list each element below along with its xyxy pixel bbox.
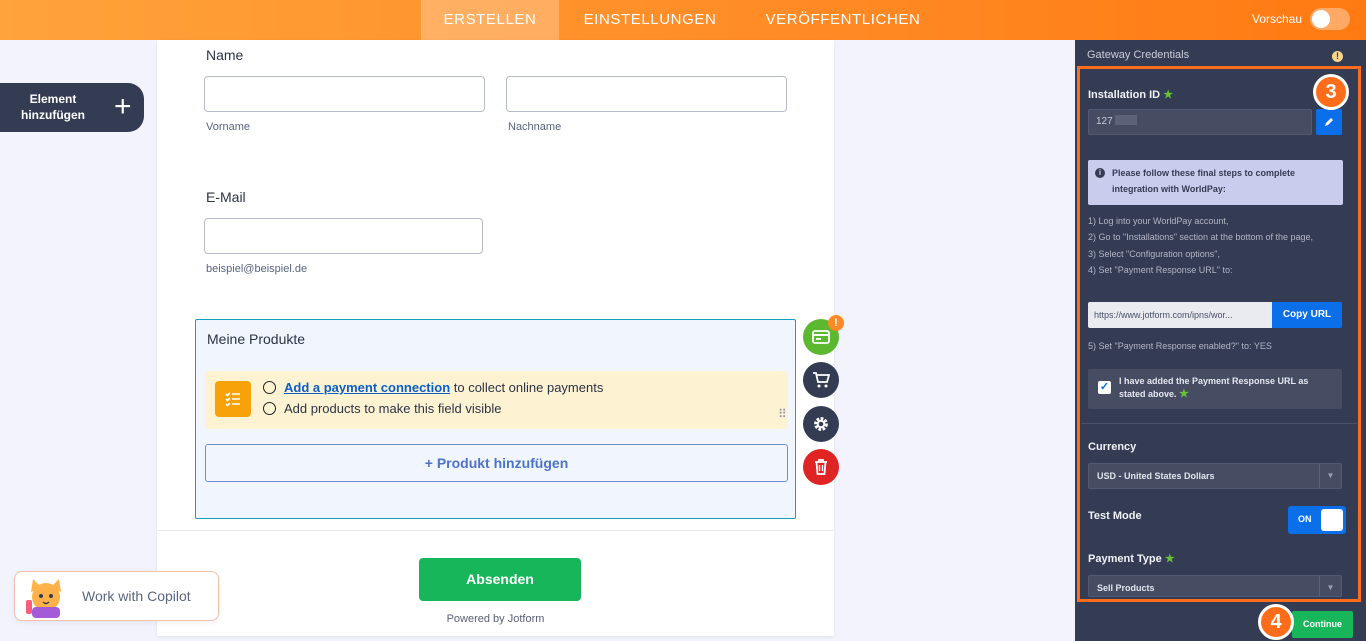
notice-line-2: Add products to make this field visible: [263, 401, 502, 416]
top-navigation-bar: ERSTELLEN EINSTELLUNGEN VERÖFFENTLICHEN …: [0, 0, 1366, 40]
form-canvas: Name Vorname Nachname E-Mail beispiel@be…: [157, 40, 834, 636]
radio-icon: [263, 402, 276, 415]
last-name-sublabel: Nachname: [508, 121, 562, 133]
preview-toggle[interactable]: [1310, 8, 1350, 30]
panel-header: Gateway Credentials: [1087, 49, 1190, 61]
step-4-badge: 4: [1258, 604, 1294, 640]
copilot-avatar-icon: [26, 579, 61, 618]
notice-line-2-text: Add products to make this field visible: [284, 401, 502, 416]
checklist-icon: [215, 381, 251, 417]
trash-icon: [815, 459, 827, 475]
email-input[interactable]: [204, 218, 483, 254]
products-title: Meine Produkte: [207, 331, 306, 347]
form-divider: [157, 530, 834, 531]
gear-icon: [814, 417, 828, 431]
preview-label: Vorschau: [1252, 12, 1303, 26]
toggle-knob: [1312, 10, 1330, 28]
powered-by-text: Powered by Jotform: [446, 613, 545, 625]
copilot-button[interactable]: Work with Copilot: [14, 571, 219, 621]
payment-settings-icon: [812, 330, 830, 344]
radio-icon: [263, 381, 276, 394]
settings-button[interactable]: [803, 406, 839, 442]
add-payment-connection-link[interactable]: Add a payment connection: [284, 380, 450, 395]
tab-erstellen[interactable]: ERSTELLEN: [421, 0, 559, 40]
add-product-button[interactable]: + Produkt hinzufügen: [205, 444, 788, 482]
name-label: Name: [206, 47, 244, 63]
drag-handle-icon[interactable]: ⠿: [778, 408, 788, 420]
email-sublabel: beispiel@beispiel.de: [206, 263, 308, 275]
info-icon[interactable]: !: [1332, 51, 1343, 62]
plus-icon: +: [114, 90, 132, 123]
products-field[interactable]: Meine Produkte Add a payment connection …: [195, 319, 796, 519]
submit-button[interactable]: Absenden: [419, 558, 581, 601]
delete-button[interactable]: [803, 449, 839, 485]
add-element-button[interactable]: Element hinzufügen +: [0, 83, 144, 132]
step-3-badge: 3: [1313, 74, 1349, 110]
warning-badge-icon: !: [828, 315, 844, 331]
cart-icon: [813, 372, 831, 388]
add-element-label: Element hinzufügen: [21, 92, 85, 122]
notice-line-1: Add a payment connection to collect onli…: [263, 380, 603, 395]
first-name-sublabel: Vorname: [206, 121, 251, 133]
tab-einstellungen[interactable]: EINSTELLUNGEN: [560, 0, 740, 40]
last-name-input[interactable]: [506, 76, 787, 112]
tab-veroeffentlichen[interactable]: VERÖFFENTLICHEN: [746, 0, 940, 40]
notice-line-1-text: to collect online payments: [450, 380, 604, 395]
continue-button[interactable]: Continue: [1292, 611, 1353, 638]
copilot-label: Work with Copilot: [82, 588, 191, 604]
email-label: E-Mail: [206, 189, 246, 205]
cart-button[interactable]: [803, 362, 839, 398]
first-name-input[interactable]: [204, 76, 485, 112]
highlight-frame: [1077, 66, 1361, 602]
payment-notice: Add a payment connection to collect onli…: [205, 371, 788, 429]
